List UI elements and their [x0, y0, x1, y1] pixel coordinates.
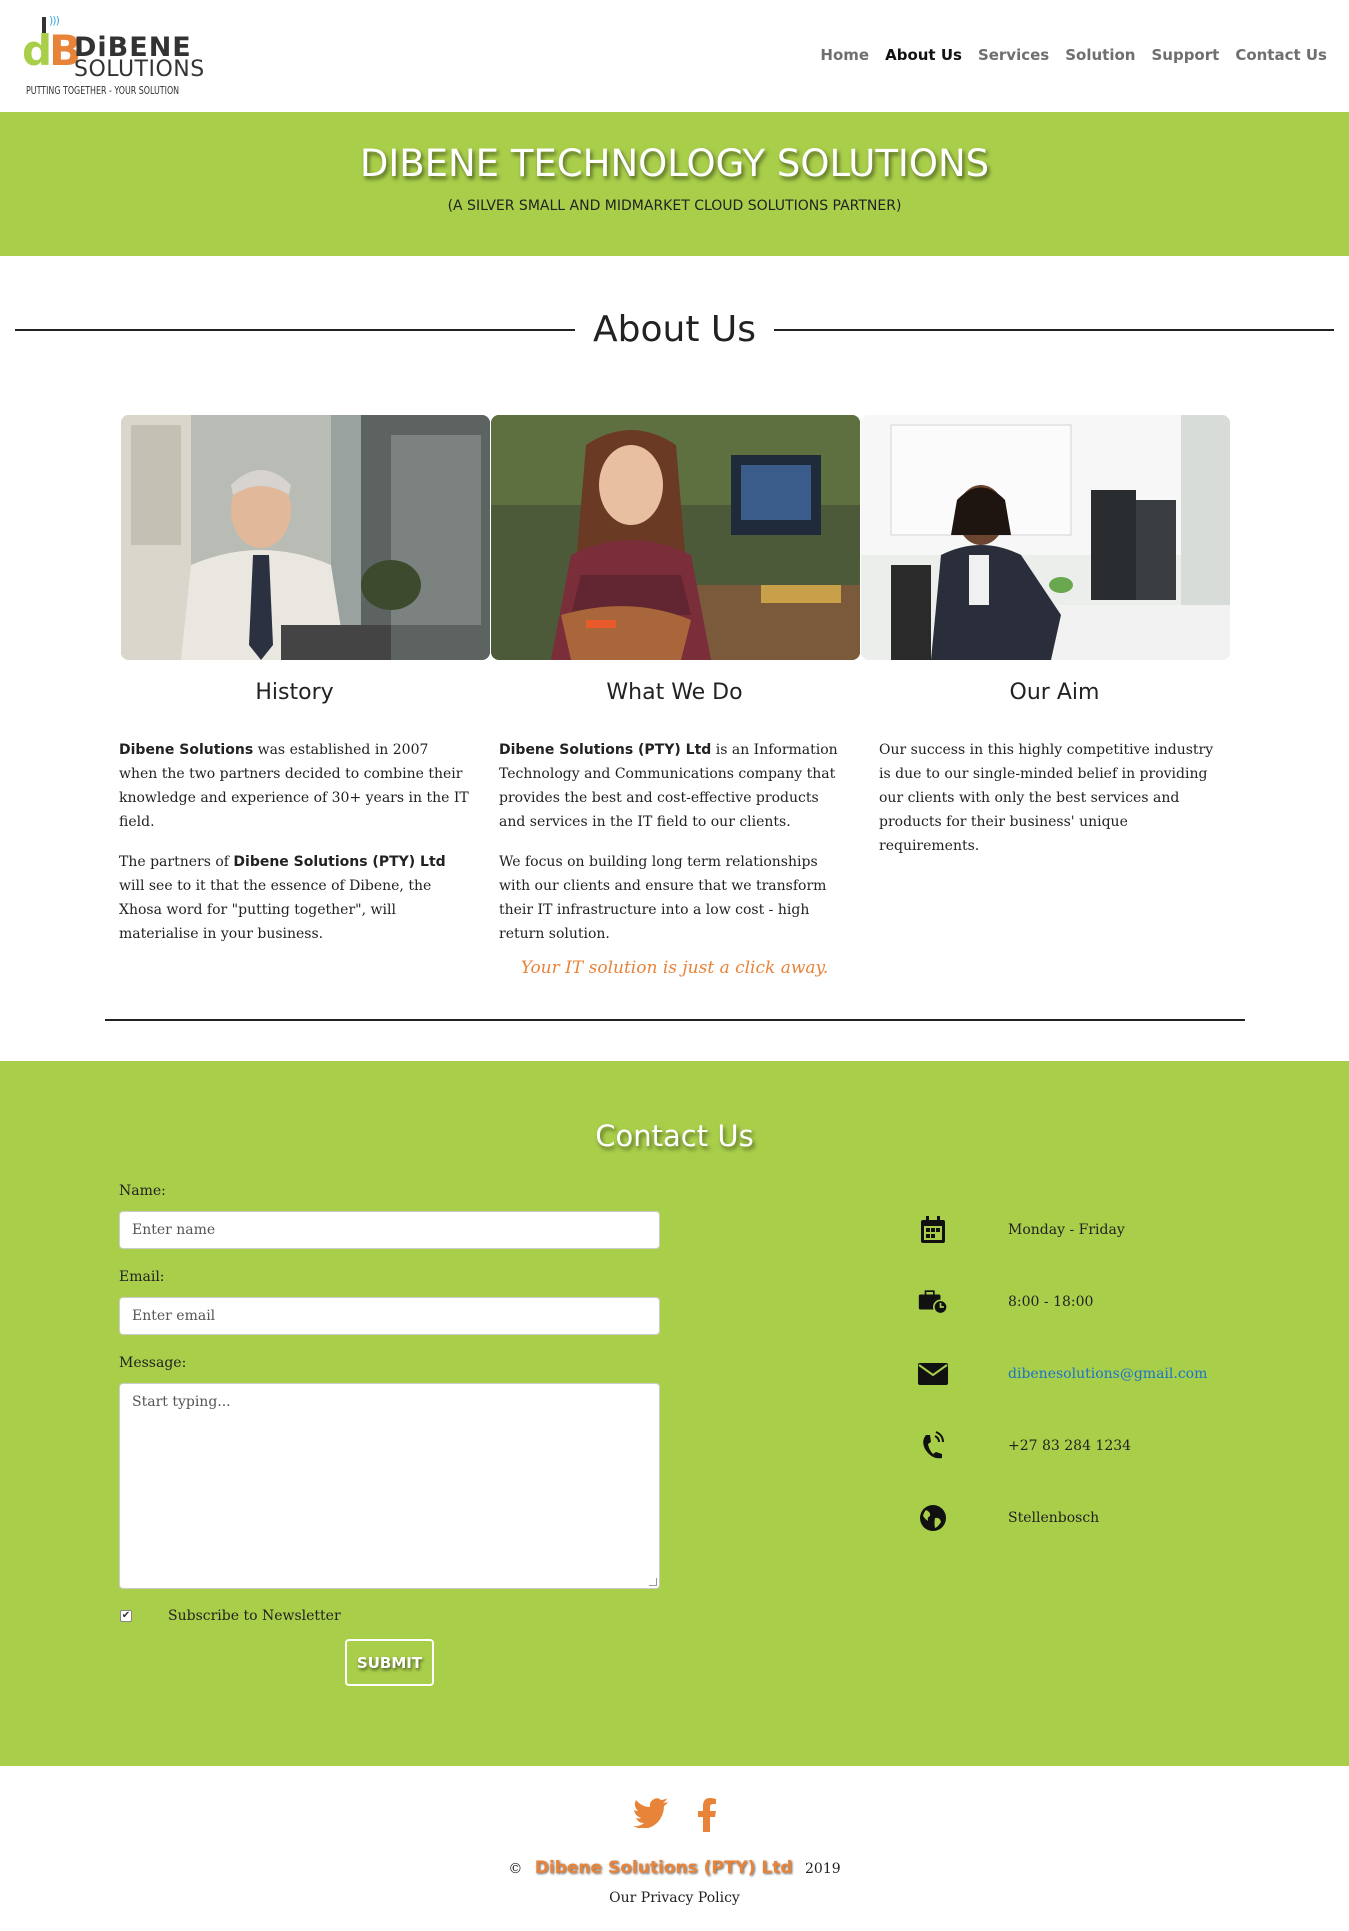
- site-logo[interactable]: ))) dB DiBENE SOLUTIONS PUTTING TOGETHER…: [22, 14, 222, 102]
- footer-company[interactable]: Dibene Solutions (PTY) Ltd: [535, 1858, 793, 1878]
- privacy-link[interactable]: Our Privacy Policy: [0, 1890, 1349, 1906]
- info-time-text: 8:00 - 18:00: [1008, 1294, 1094, 1310]
- calendar-icon: [918, 1215, 948, 1245]
- message-label: Message:: [119, 1355, 187, 1371]
- main-nav: Home About Us Services Solution Support …: [820, 46, 1327, 64]
- what-we-do-paragraph: We focus on building long term relations…: [499, 854, 827, 942]
- history-title: History: [255, 680, 334, 705]
- info-hours-days: Monday - Friday: [918, 1215, 1125, 1245]
- email-label: Email:: [119, 1269, 165, 1285]
- about-tagline[interactable]: Your IT solution is just a click away.: [0, 958, 1349, 978]
- nav-about-us[interactable]: About Us: [885, 46, 962, 64]
- info-phone: +27 83 284 1234: [918, 1431, 1131, 1461]
- what-we-do-text: Dibene Solutions (PTY) Ltd is an Informa…: [499, 738, 849, 962]
- history-paragraph: Dibene Solutions was established in 2007…: [119, 742, 469, 830]
- history-text: Dibene Solutions was established in 2007…: [119, 738, 469, 962]
- resize-grip-icon[interactable]: [649, 1578, 657, 1586]
- navbar: ))) dB DiBENE SOLUTIONS PUTTING TOGETHER…: [0, 0, 1349, 112]
- submit-button[interactable]: SUBMIT: [345, 1639, 434, 1686]
- social-links: [0, 1798, 1349, 1837]
- history-image: [121, 415, 490, 660]
- name-label: Name:: [119, 1183, 166, 1199]
- our-aim-text: Our success in this highly competitive i…: [879, 738, 1229, 874]
- heading-rule-right: [774, 329, 1334, 331]
- briefcase-clock-icon: [918, 1287, 948, 1317]
- message-textarea[interactable]: Start typing...: [119, 1383, 660, 1589]
- hero-banner: DIBENE TECHNOLOGY SOLUTIONS (A SILVER SM…: [0, 112, 1349, 256]
- newsletter-checkbox[interactable]: ✔: [120, 1610, 132, 1622]
- info-location-text: Stellenbosch: [1008, 1510, 1100, 1526]
- about-heading: About Us: [15, 310, 1334, 350]
- nav-home[interactable]: Home: [820, 46, 869, 64]
- our-aim-title: Our Aim: [1009, 680, 1100, 705]
- copyright: © Dibene Solutions (PTY) Ltd 2019: [508, 1858, 841, 1878]
- info-days-text: Monday - Friday: [1008, 1222, 1125, 1238]
- hero-title: DIBENE TECHNOLOGY SOLUTIONS: [359, 142, 990, 185]
- history-paragraph: The partners of Dibene Solutions (PTY) L…: [119, 854, 446, 942]
- logo-solutions: SOLUTIONS: [74, 57, 205, 82]
- phone-icon: [918, 1431, 948, 1461]
- what-we-do-title: What We Do: [606, 680, 743, 705]
- contact-title: Contact Us: [595, 1119, 754, 1153]
- nav-services[interactable]: Services: [978, 46, 1049, 64]
- our-aim-image: [861, 415, 1230, 660]
- our-aim-paragraph: Our success in this highly competitive i…: [879, 742, 1214, 854]
- what-we-do-paragraph: Dibene Solutions (PTY) Ltd is an Informa…: [499, 742, 838, 830]
- info-hours-time: 8:00 - 18:00: [918, 1287, 1093, 1317]
- nav-contact-us[interactable]: Contact Us: [1235, 46, 1327, 64]
- info-phone-text: +27 83 284 1234: [1008, 1438, 1132, 1454]
- logo-tagline: PUTTING TOGETHER - YOUR SOLUTION: [26, 84, 180, 97]
- what-we-do-image: [491, 415, 860, 660]
- nav-support[interactable]: Support: [1151, 46, 1219, 64]
- globe-icon: [918, 1503, 948, 1533]
- logo-mark: dB: [22, 26, 81, 75]
- twitter-icon[interactable]: [632, 1798, 669, 1837]
- info-email-link[interactable]: dibenesolutions@gmail.com: [1008, 1366, 1207, 1382]
- section-divider: [105, 1019, 1245, 1021]
- envelope-icon: [918, 1359, 948, 1389]
- nav-solution[interactable]: Solution: [1065, 46, 1135, 64]
- facebook-icon[interactable]: [697, 1798, 717, 1837]
- contact-section: Contact Us Name: Enter name Email: Enter…: [0, 1061, 1349, 1766]
- hero-subtitle: (A SILVER SMALL AND MIDMARKET CLOUD SOLU…: [447, 198, 902, 214]
- email-input[interactable]: Enter email: [119, 1297, 660, 1335]
- newsletter-label: Subscribe to Newsletter: [168, 1608, 341, 1624]
- info-location: Stellenbosch: [918, 1503, 1099, 1533]
- info-email: dibenesolutions@gmail.com: [918, 1359, 1207, 1389]
- footer: © Dibene Solutions (PTY) Ltd 2019 Our Pr…: [0, 1766, 1349, 1931]
- name-input[interactable]: Enter name: [119, 1211, 660, 1249]
